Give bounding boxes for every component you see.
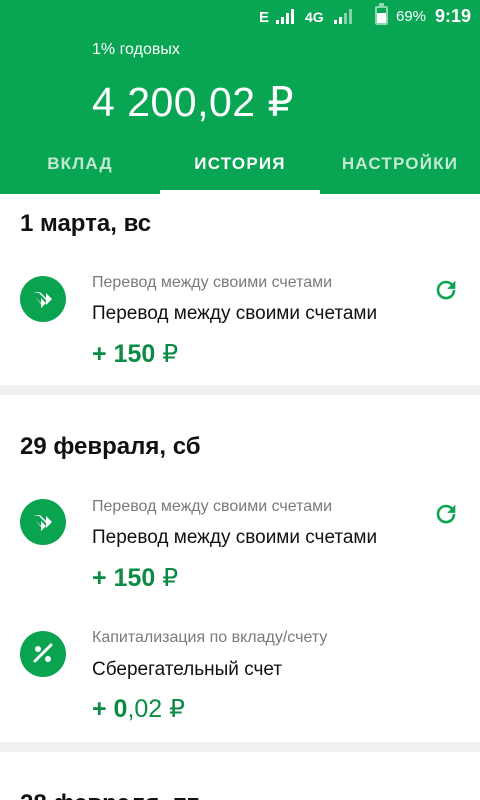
history-date: 28 февраля, пт (20, 790, 199, 800)
amount-value: + 150 (92, 340, 156, 368)
network-type-e: E (259, 9, 270, 26)
amount-cents: ,02 (127, 695, 163, 723)
amount-value: + 0 (92, 695, 128, 723)
tab-bar: ВКЛАД ИСТОРИЯ НАСТРОЙКИ (0, 140, 480, 194)
account-balance: 4 200,02 ₽ (92, 79, 295, 125)
history-group: 1 марта, вс Перевод между своими счетами… (0, 194, 480, 385)
history-group: 29 февраля, сб Перевод между своими счет… (0, 395, 480, 742)
operation-category: Капитализация по вкладу/счету (92, 629, 328, 646)
status-bar: E 4G 69% 9:19 (0, 0, 480, 32)
history-date: 1 марта, вс (20, 210, 152, 237)
repeat-icon[interactable] (432, 500, 460, 528)
history-group: 28 февраля, пт (0, 752, 480, 800)
tab-history[interactable]: ИСТОРИЯ (160, 140, 320, 194)
operation-name: Сберегательный счет (92, 659, 283, 680)
operation-category: Перевод между своими счетами (92, 274, 333, 291)
operation-amount: + 0,02 ₽ (92, 694, 185, 724)
repeat-icon[interactable] (432, 276, 460, 304)
clock: 9:19 (435, 6, 472, 26)
tab-settings[interactable]: НАСТРОЙКИ (320, 140, 480, 194)
operation-amount: + 150 ₽ (92, 339, 178, 369)
battery-percent: 69% (396, 8, 427, 25)
interest-rate: 1% годовых (92, 41, 180, 58)
operation-name: Перевод между своими счетами (92, 527, 378, 548)
amount-currency: ₽ (169, 695, 186, 723)
amount-currency: ₽ (162, 340, 179, 368)
amount-currency: ₽ (162, 564, 179, 592)
battery-icon (375, 3, 388, 25)
amount-value: + 150 (92, 564, 156, 592)
account-header: E 4G 69% 9:19 1% годовых 4 200,02 ₽ ВКЛА… (0, 0, 480, 194)
network-type-4g: 4G (305, 9, 324, 25)
operation-category: Перевод между своими счетами (92, 498, 333, 515)
signal-icon-2 (334, 9, 352, 24)
percent-icon (20, 631, 66, 677)
tab-deposit[interactable]: ВКЛАД (0, 140, 160, 194)
transfer-icon (20, 276, 66, 322)
signal-icon (276, 9, 294, 24)
operation-name: Перевод между своими счетами (92, 303, 378, 324)
operation-amount: + 150 ₽ (92, 563, 178, 593)
history-date: 29 февраля, сб (20, 433, 201, 460)
transfer-icon (20, 499, 66, 545)
